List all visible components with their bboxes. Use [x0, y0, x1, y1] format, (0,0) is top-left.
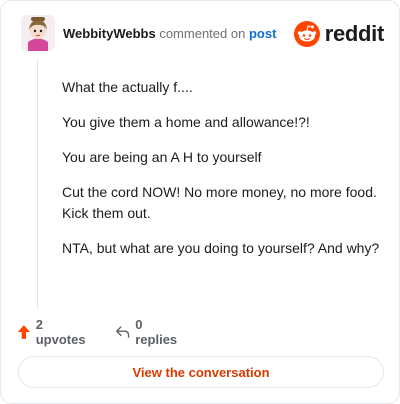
reddit-wordmark: reddit [324, 21, 385, 46]
reddit-snoo-icon [293, 21, 320, 47]
comment-paragraph: Cut the cord NOW! No more money, no more… [62, 184, 377, 221]
view-conversation-label: View the conversation [132, 364, 270, 380]
comment-body: What the actually f.... You give them a … [62, 77, 382, 273]
reply-count: 0 replies [135, 317, 178, 347]
upvote-count: 2 upvotes [35, 317, 86, 347]
post-link[interactable]: post [249, 26, 276, 41]
comment-paragraph: What the actually f.... [62, 79, 193, 95]
user-avatar[interactable] [21, 15, 55, 51]
comment-paragraph: You are being an A H to yourself [62, 149, 262, 165]
comment-paragraph: You give them a home and allowance!?! [62, 114, 310, 130]
comment-byline: WebbityWebbs commented on post [63, 26, 276, 42]
thread-line [37, 59, 38, 309]
comment-header: WebbityWebbs commented on post reddit [17, 15, 385, 53]
comment-paragraph: NTA, but what are you doing to yourself?… [62, 240, 380, 256]
replies-button[interactable]: 0 replies [115, 317, 180, 347]
avatar-image [21, 15, 55, 51]
author-name[interactable]: WebbityWebbs [63, 26, 156, 41]
reply-arrow-icon [116, 326, 130, 338]
reddit-logo[interactable]: reddit [293, 20, 385, 48]
commented-on-text: commented on [159, 26, 246, 41]
view-conversation-button[interactable]: View the conversation [18, 356, 384, 388]
upvote-arrow-icon [17, 325, 30, 339]
reddit-comment-embed-card: WebbityWebbs commented on post reddit Wh… [0, 0, 400, 404]
upvote-button[interactable]: 2 upvotes [17, 317, 88, 347]
